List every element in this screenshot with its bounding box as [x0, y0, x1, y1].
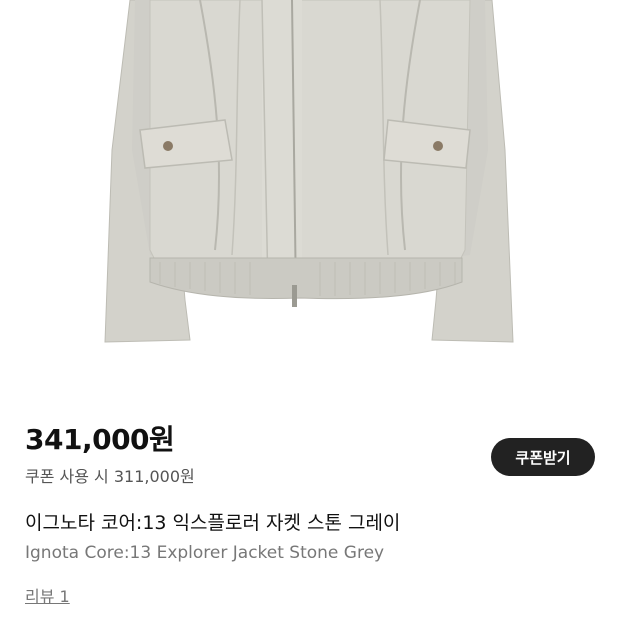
- product-image[interactable]: [0, 0, 620, 385]
- product-title-korean: 이그노타 코어:13 익스플로러 자켓 스톤 그레이: [25, 512, 401, 534]
- jacket-illustration: [104, 0, 514, 343]
- product-price: 341,000원: [25, 423, 175, 456]
- product-title-english: Ignota Core:13 Explorer Jacket Stone Gre…: [25, 543, 385, 563]
- coupon-price-text: 쿠폰 사용 시 311,000원: [25, 467, 195, 486]
- get-coupon-button[interactable]: 쿠폰받기: [491, 438, 595, 476]
- review-link[interactable]: 리뷰 1: [25, 585, 70, 609]
